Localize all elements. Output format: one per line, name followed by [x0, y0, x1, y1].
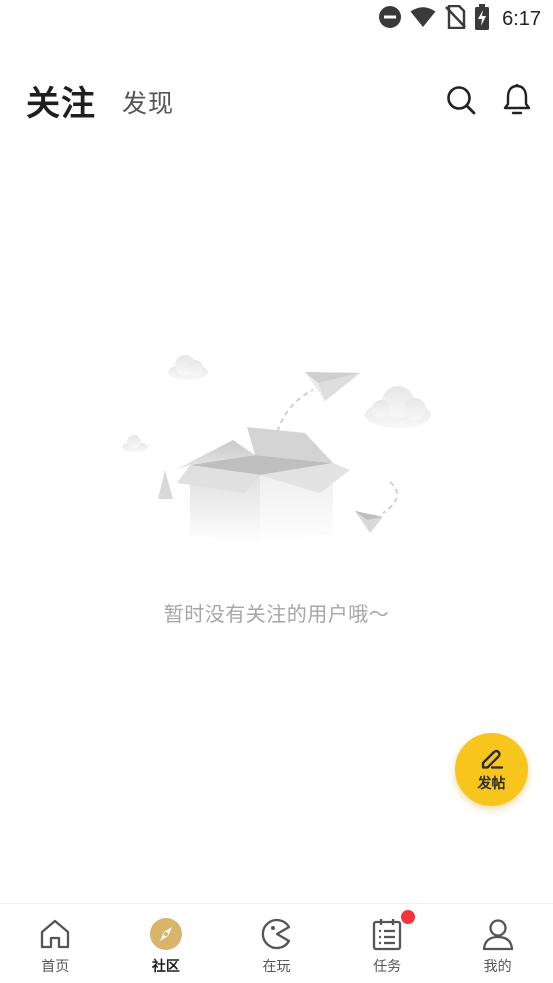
nav-item-mine[interactable]: 我的	[442, 904, 553, 983]
home-icon	[37, 916, 73, 952]
notification-button[interactable]	[499, 82, 535, 118]
status-icons: 6:17	[378, 4, 541, 34]
pacman-icon	[258, 916, 294, 952]
user-icon	[480, 916, 516, 952]
search-icon	[447, 86, 476, 115]
status-bar: 6:17	[0, 0, 553, 38]
empty-state-message: 暂时没有关注的用户哦～	[163, 602, 390, 626]
compass-icon	[148, 916, 184, 952]
nav-item-community[interactable]: 社区	[111, 904, 222, 983]
battery-charging-icon	[474, 4, 490, 34]
tab-discover[interactable]: 发现	[122, 84, 174, 120]
do-not-disturb-icon	[378, 5, 402, 33]
tab-follow[interactable]: 关注	[26, 76, 96, 125]
post-button-label: 发帖	[477, 775, 506, 792]
wifi-icon	[410, 6, 436, 32]
top-header: 关注 发现	[0, 70, 553, 130]
bottom-nav: 首页 社区 在玩 任务 我的	[0, 903, 553, 983]
search-button[interactable]	[443, 82, 479, 118]
nav-label-home: 首页	[41, 959, 70, 975]
nav-label-mine: 我的	[483, 959, 512, 975]
nav-label-community: 社区	[151, 959, 180, 975]
nav-item-home[interactable]: 首页	[0, 904, 111, 983]
nav-label-playing: 在玩	[262, 959, 291, 975]
status-time: 6:17	[502, 7, 541, 30]
nav-item-playing[interactable]: 在玩	[221, 904, 332, 983]
empty-state-illustration	[115, 345, 440, 565]
nav-item-tasks[interactable]: 任务	[332, 904, 443, 983]
edit-pencil-icon	[481, 749, 503, 769]
post-button[interactable]: 发帖	[455, 733, 528, 806]
bell-icon	[503, 84, 531, 115]
notification-badge	[401, 910, 416, 924]
nav-label-tasks: 任务	[373, 959, 402, 975]
app-screen: 6:17 关注 发现 暂时没有关注的用户哦～ 发帖 首页 社区 在玩 任务 我的	[0, 0, 553, 983]
no-sim-icon	[444, 4, 466, 33]
cloud-icon	[168, 355, 208, 380]
calendar-list-icon	[369, 910, 416, 952]
